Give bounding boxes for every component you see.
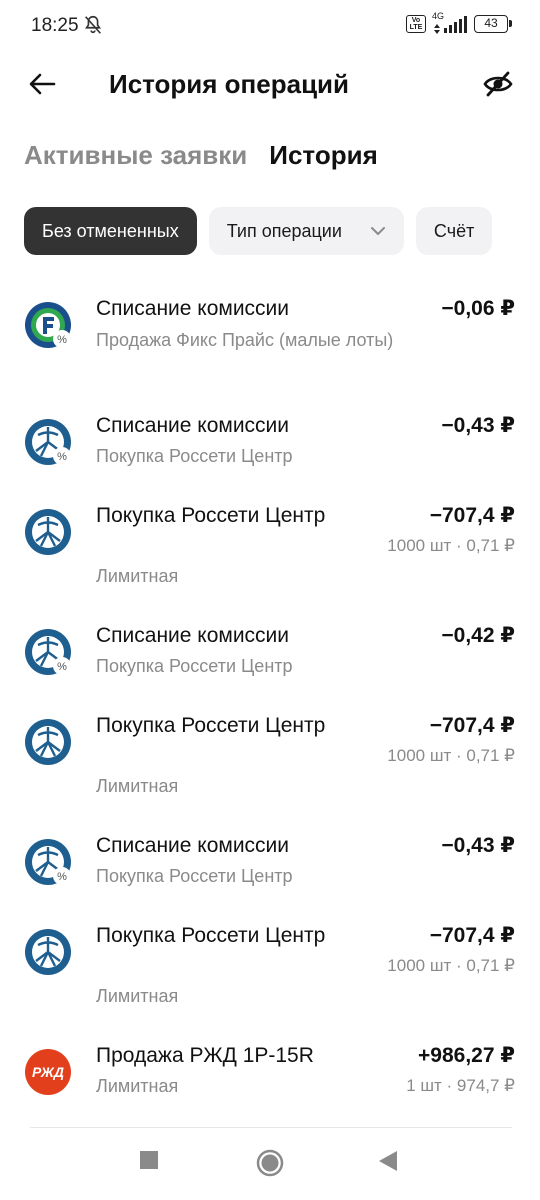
operation-amount: −0,43 ₽	[441, 834, 515, 857]
chip-label: Тип операции	[226, 220, 342, 241]
back-nav-button[interactable]	[378, 1150, 398, 1172]
hide-amounts-button[interactable]	[480, 66, 516, 102]
list-item[interactable]: РЖД Продажа РЖД 1Р-15R Лимитная +986,27 …	[0, 1041, 540, 1111]
operation-subtitle: Покупка Россети Центр	[96, 656, 293, 676]
list-item[interactable]: Покупка Россети Центр Лимитная −707,4 ₽ …	[0, 501, 540, 597]
rosseti-commission-icon: %	[25, 419, 71, 465]
operation-amount: +986,27 ₽	[418, 1044, 515, 1067]
operation-title: Продажа РЖД 1Р-15R	[96, 1044, 314, 1067]
list-item[interactable]: % Списание комиссии Покупка Россети Цент…	[0, 621, 540, 691]
status-icons: Vo LTE 4G 43	[406, 11, 512, 34]
operation-details: 1 шт · 974,7 ₽	[406, 1076, 515, 1095]
operation-amount: −707,4 ₽	[429, 504, 515, 527]
signal-icon: 4G	[432, 11, 468, 34]
operation-details: 1000 шт · 0,71 ₽	[387, 956, 515, 975]
back-button[interactable]	[22, 66, 62, 102]
battery-icon: 43	[474, 15, 512, 33]
operation-title: Списание комиссии	[96, 297, 290, 320]
svg-text:%: %	[57, 451, 67, 463]
status-time: 18:25	[31, 15, 79, 36]
page-title: История операций	[109, 69, 350, 99]
recent-apps-button[interactable]	[139, 1150, 159, 1170]
operation-subtitle: Лимитная	[96, 986, 179, 1006]
volte-badge: Vo LTE	[406, 15, 426, 33]
operation-amount: −707,4 ₽	[429, 714, 515, 737]
chevron-down-icon	[370, 227, 385, 235]
operation-subtitle: Лимитная	[96, 776, 179, 796]
filter-chips: Без отмененных Тип операции Счёт	[24, 207, 540, 255]
list-item[interactable]: Покупка Россети Центр Лимитная −707,4 ₽ …	[0, 711, 540, 807]
list-item[interactable]: Покупка Россети Центр Лимитная −707,4 ₽ …	[0, 921, 540, 1017]
operation-subtitle: Покупка Россети Центр	[96, 446, 293, 466]
divider	[30, 1127, 512, 1128]
operation-title: Покупка Россети Центр	[96, 714, 326, 737]
svg-text:%: %	[57, 661, 67, 673]
tab-history[interactable]: История	[269, 140, 377, 171]
rosseti-commission-icon: %	[25, 629, 71, 675]
list-item[interactable]: % Списание комиссии Продажа Фикс Прайс (…	[0, 294, 540, 390]
rzd-icon: РЖД	[25, 1049, 71, 1095]
operation-title: Покупка Россети Центр	[96, 924, 326, 947]
operation-title: Списание комиссии	[96, 624, 290, 647]
bell-off-icon	[85, 15, 101, 34]
operation-details: 1000 шт · 0,71 ₽	[387, 746, 515, 765]
operation-amount: −0,42 ₽	[441, 624, 515, 647]
status-bar: 18:25 Vo LTE 4G 43	[0, 0, 540, 52]
operation-amount: −707,4 ₽	[429, 924, 515, 947]
list-item[interactable]: % Списание комиссии Покупка Россети Цент…	[0, 411, 540, 481]
tabs: Активные заявки История	[24, 140, 378, 171]
list-item[interactable]: % Списание комиссии Покупка Россети Цент…	[0, 831, 540, 901]
operation-amount: −0,43 ₽	[441, 414, 515, 437]
fix-price-commission-icon: %	[25, 302, 71, 348]
filter-operation-type[interactable]: Тип операции	[208, 207, 404, 255]
system-nav-bar	[0, 1130, 540, 1200]
operation-amount: −0,06 ₽	[441, 297, 515, 320]
rosseti-commission-icon: %	[25, 839, 71, 885]
rosseti-icon	[25, 929, 71, 975]
rosseti-icon	[25, 719, 71, 765]
rosseti-icon	[25, 509, 71, 555]
operation-title: Списание комиссии	[96, 414, 290, 437]
home-button[interactable]	[256, 1149, 284, 1177]
operation-subtitle: Покупка Россети Центр	[96, 866, 293, 886]
tab-active-orders[interactable]: Активные заявки	[24, 140, 247, 171]
svg-text:%: %	[57, 871, 67, 883]
svg-text:РЖД: РЖД	[32, 1064, 64, 1080]
operation-details: 1000 шт · 0,71 ₽	[387, 536, 515, 555]
operation-title: Списание комиссии	[96, 834, 290, 857]
eye-off-icon	[483, 71, 513, 97]
operation-title: Покупка Россети Центр	[96, 504, 326, 527]
svg-text:%: %	[57, 334, 67, 346]
filter-without-cancelled[interactable]: Без отмененных	[24, 207, 197, 255]
chip-label: Без отмененных	[42, 220, 179, 241]
operation-subtitle: Продажа Фикс Прайс (малые лоты)	[96, 330, 394, 350]
operation-subtitle: Лимитная	[96, 1076, 179, 1096]
chip-label: Счёт	[433, 220, 475, 241]
operation-subtitle: Лимитная	[96, 566, 179, 586]
app-header: История операций	[0, 52, 540, 116]
filter-account[interactable]: Счёт	[415, 207, 493, 255]
arrow-left-icon	[29, 73, 56, 95]
